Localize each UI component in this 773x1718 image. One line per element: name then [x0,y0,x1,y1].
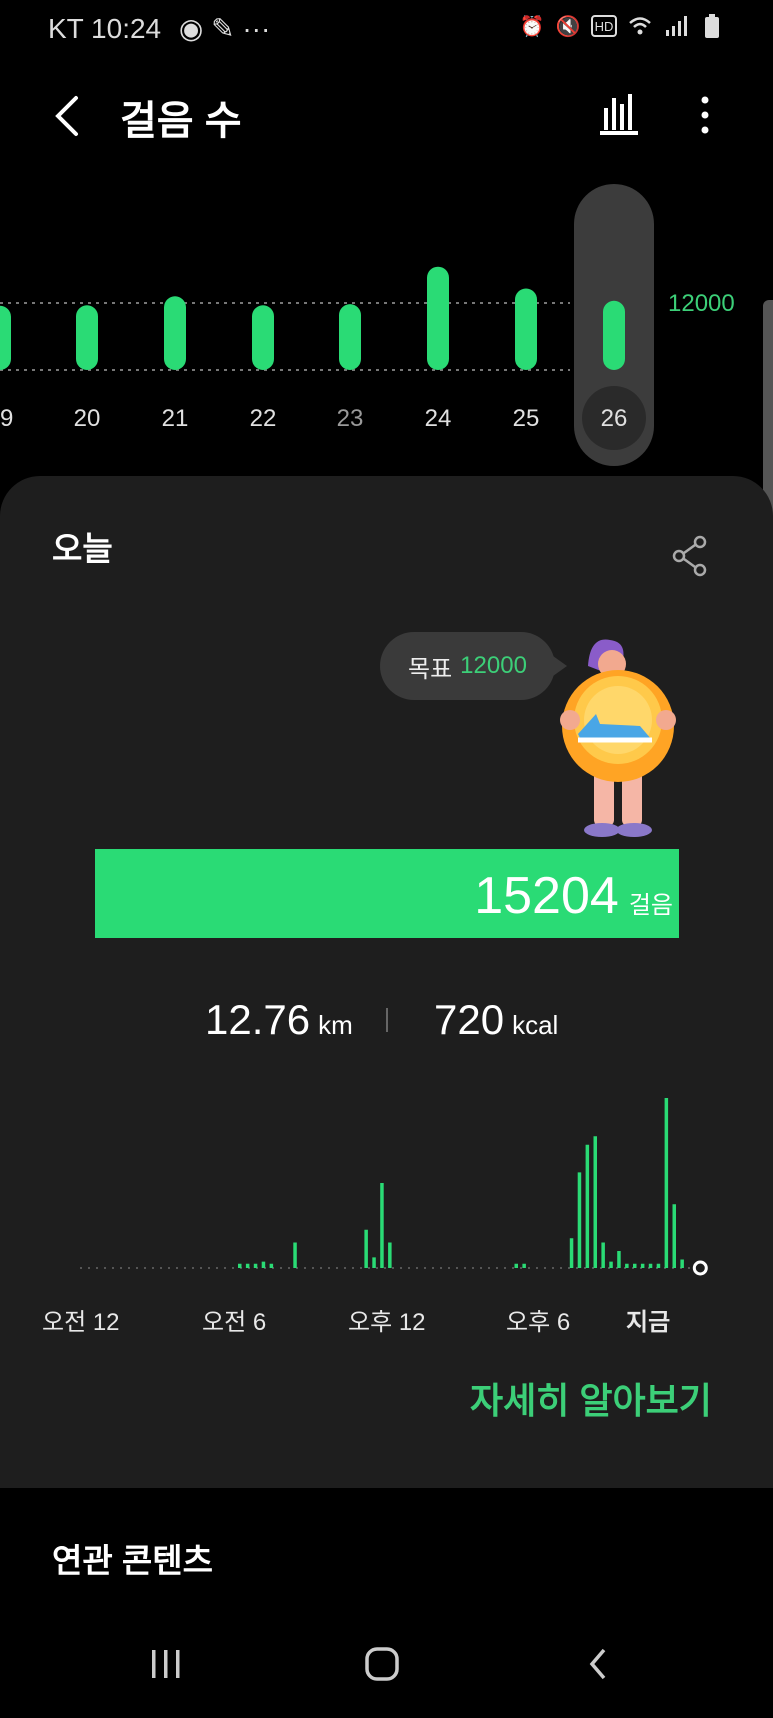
nav-home-button[interactable] [364,1646,400,1682]
hourly-bar [569,1238,574,1268]
hourly-bar [640,1263,645,1268]
hourly-bar [577,1172,582,1268]
nav-recents-button[interactable] [148,1646,184,1682]
alarm-icon: ⏰ [519,15,545,38]
back-button[interactable] [44,86,94,146]
week-bar-22[interactable] [252,305,274,370]
hourly-bar [633,1263,637,1268]
carrier-time: KT 10:24 ◉ ✎ ··· [48,13,271,44]
hour-label-am6: 오전 6 [202,1309,267,1336]
hour-label-now: 지금 [626,1309,671,1336]
wifi-icon [627,14,653,38]
hourly-bar [617,1251,621,1268]
hd-icon: HD [591,15,617,37]
hourly-bar [601,1242,605,1268]
weekly-steps-chart[interactable]: 19 20 21 22 23 24 25 26 [0,170,773,470]
mute-icon: 🔇 [555,15,581,38]
week-bar-19[interactable] [0,305,11,370]
notification-icons: ◉ ✎ [178,13,243,44]
hourly-bar [364,1229,368,1268]
distance-stat: 12.76 km [205,996,353,1044]
mascot-illustration [560,639,676,837]
hourly-bar [253,1263,258,1268]
hourly-bar [672,1204,676,1268]
step-count-value: 15204 [474,867,619,925]
hour-label-pm6: 오후 6 [506,1309,571,1336]
now-marker [692,1260,708,1276]
distance-value: 12.76 [205,996,311,1043]
hourly-bar [585,1144,590,1268]
status-icons: ⏰ 🔇 HD [519,14,725,38]
more-vertical-icon [701,96,709,134]
hourly-bar [372,1257,376,1268]
back-arrow-icon [55,96,78,136]
day-label-24[interactable]: 24 [425,405,452,432]
week-bar-24[interactable] [427,266,449,370]
hourly-bar [245,1263,250,1268]
hour-label-am12: 오전 12 [42,1309,120,1336]
day-label-22[interactable]: 22 [250,405,277,432]
hourly-bar [648,1263,653,1268]
hourly-bar [293,1242,297,1268]
day-label-26[interactable]: 26 [601,405,628,432]
share-button[interactable] [670,534,710,578]
step-unit: 걸음 [628,892,673,919]
step-count: 15204 걸음 [474,866,673,926]
hourly-bar [593,1136,597,1268]
more-options-button[interactable] [690,90,720,140]
week-bar-26[interactable] [603,300,625,370]
goal-prefix: 목표 [408,655,453,683]
today-title: 오늘 [52,530,113,567]
hourly-steps-chart[interactable] [60,1080,720,1280]
hourly-bar [680,1259,684,1268]
goal-value: 12000 [460,652,527,679]
page-title: 걸음 수 [120,99,242,143]
week-bar-25[interactable] [515,288,537,370]
hourly-bar [664,1098,669,1268]
recents-icon [152,1650,180,1678]
signal-icon [663,14,689,38]
hourly-bar [522,1263,526,1268]
nav-back-button[interactable] [586,1646,610,1682]
hourly-bar [269,1263,274,1268]
stat-divider [386,1008,388,1032]
week-bar-23[interactable] [339,304,361,370]
day-label-25[interactable]: 25 [513,405,540,432]
hour-label-pm12: 오후 12 [348,1309,426,1336]
related-content-title: 연관 콘텐츠 [52,1542,213,1579]
calories-value: 720 [434,996,505,1043]
home-icon [365,1647,399,1681]
chart-view-button[interactable] [596,90,646,140]
calories-stat: 720 kcal [434,996,558,1044]
goal-bubble: 목표 12000 [380,632,567,700]
share-icon [672,535,707,577]
status-bar: KT 10:24 ◉ ✎ ··· ⏰ 🔇 HD [0,0,773,56]
weekly-goal-label: 12000 [668,290,735,317]
hourly-bar [380,1183,384,1268]
bar-chart-icon [600,94,638,135]
hourly-bar [238,1263,242,1268]
distance-unit: km [318,1010,353,1040]
learn-more-link[interactable]: 자세히 알아보기 [470,1372,712,1424]
hourly-bar [514,1263,518,1268]
calories-unit: kcal [512,1010,559,1040]
day-label-23[interactable]: 23 [337,405,364,432]
hourly-bar [388,1242,392,1268]
hourly-bar [609,1261,613,1268]
battery-icon [699,14,725,38]
nav-back-icon [589,1648,606,1680]
day-label-20[interactable]: 20 [74,405,101,432]
day-label-21[interactable]: 21 [162,405,189,432]
week-bar-21[interactable] [164,296,186,370]
hourly-bar [261,1261,266,1268]
hourly-bar [625,1263,629,1268]
day-label-19[interactable]: 19 [0,405,13,432]
hourly-bar [656,1263,661,1268]
week-bar-20[interactable] [76,305,98,370]
